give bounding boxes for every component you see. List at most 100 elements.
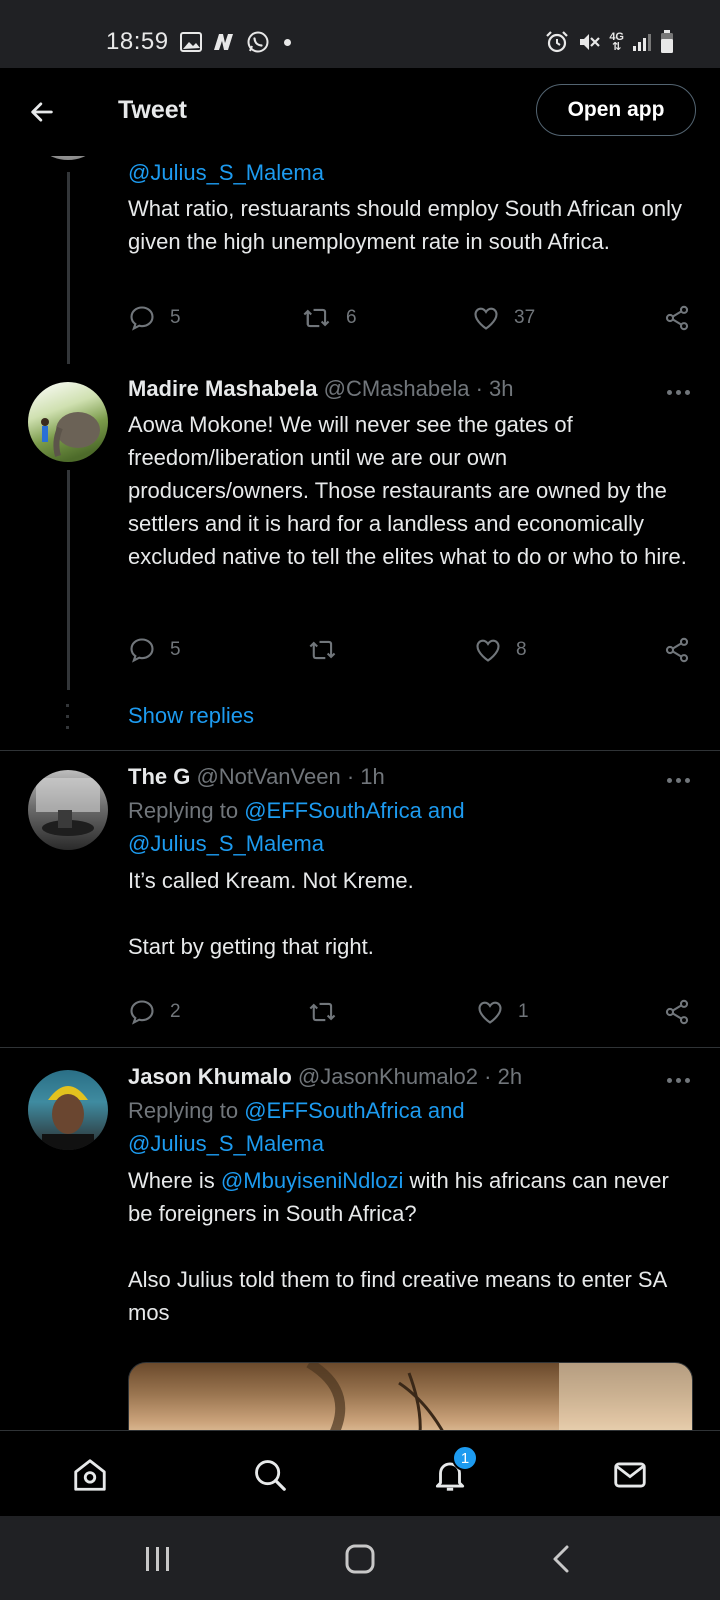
tweet-text: Start by getting that right. [128, 934, 374, 959]
thread-line [67, 172, 70, 364]
author-meta: @CMashabela · 3h [317, 376, 514, 401]
back-system-button[interactable] [542, 1542, 582, 1576]
nav-search[interactable] [248, 1453, 292, 1497]
like-button[interactable]: 1 [476, 998, 529, 1026]
top-bar: Tweet Open app [0, 68, 720, 156]
replying-mention[interactable]: @EFFSouthAfrica and [244, 798, 464, 823]
share-icon [665, 305, 689, 331]
elephant-photo [41, 412, 100, 457]
home-system-button[interactable] [340, 1542, 380, 1576]
share-button[interactable] [663, 304, 691, 332]
avatar[interactable] [28, 382, 108, 462]
thread-continuation-dots [66, 704, 69, 729]
retweet-button[interactable]: 6 [302, 304, 357, 332]
like-count: 37 [514, 307, 536, 328]
mail-icon [614, 1462, 646, 1488]
share-icon [665, 637, 689, 663]
divider [0, 750, 720, 751]
avatar[interactable] [28, 1070, 108, 1150]
tweet-header: Madire Mashabela @CMashabela · 3h [128, 376, 514, 402]
more-options-button[interactable] [667, 778, 690, 783]
retweet-button[interactable] [308, 636, 338, 664]
notification-icons [180, 30, 291, 54]
like-button[interactable]: 37 [472, 304, 535, 332]
tweet-text: Also Julius told them to find creative m… [128, 1267, 667, 1325]
retweet-icon [303, 308, 330, 328]
like-count: 1 [518, 1001, 529, 1022]
like-count: 8 [516, 639, 527, 660]
chevron-left-icon [553, 1545, 569, 1573]
tweet-actions: 5 6 37 [128, 304, 693, 338]
open-app-button[interactable]: Open app [536, 84, 696, 136]
bw-photo [36, 778, 100, 836]
tweet-mention[interactable]: @Julius_S_Malema [128, 156, 693, 189]
tweet[interactable]: Madire Mashabela @CMashabela · 3h Aowa M… [0, 376, 720, 732]
replying-mention[interactable]: @EFFSouthAfrica and [244, 1098, 464, 1123]
tweet-mention[interactable]: @MbuyiseniNdlozi [221, 1168, 404, 1193]
mute-icon [580, 34, 601, 50]
like-button[interactable]: 8 [474, 636, 527, 664]
nav-messages[interactable] [608, 1453, 652, 1497]
alarm-icon [546, 31, 569, 53]
reply-icon [130, 1000, 154, 1025]
show-replies-link[interactable]: Show replies [128, 703, 254, 729]
signal-icon [633, 34, 651, 51]
retweet-icon [309, 640, 336, 660]
tweet-text: Where is @MbuyiseniNdlozi with his afric… [128, 1168, 669, 1226]
recent-apps-icon [146, 1547, 169, 1571]
tweet-text: What ratio, restuarants should employ So… [128, 196, 682, 254]
tweet-actions: 5 8 [128, 636, 693, 670]
notification-badge: 1 [452, 1445, 478, 1471]
system-navigation-bar [0, 1516, 720, 1600]
author-name[interactable]: Madire Mashabela [128, 376, 318, 401]
tweet-header: Jason Khumalo @JasonKhumalo2 · 2h [128, 1064, 522, 1090]
back-button[interactable] [22, 92, 62, 132]
replying-to: Replying to @EFFSouthAfrica and @Julius_… [128, 1098, 465, 1156]
reply-icon [130, 638, 154, 663]
battery-icon [661, 30, 673, 53]
author-name[interactable]: The G [128, 764, 190, 789]
tweet[interactable]: The G @NotVanVeen · 1h Replying to @EFFS… [0, 764, 720, 1040]
reply-count: 2 [170, 1001, 181, 1022]
search-icon [255, 1460, 286, 1491]
reply-button[interactable]: 5 [128, 636, 181, 664]
share-icon [665, 999, 689, 1025]
arrow-left-icon [31, 102, 53, 122]
more-options-button[interactable] [667, 390, 690, 395]
author-name[interactable]: Jason Khumalo [128, 1064, 292, 1089]
divider [0, 1047, 720, 1048]
heart-icon [476, 639, 500, 662]
news-icon [214, 34, 233, 50]
network-type-label: 4G ⇅ [609, 31, 624, 53]
recent-apps-button[interactable] [138, 1542, 178, 1576]
more-options-button[interactable] [667, 1078, 690, 1083]
replying-mention[interactable]: @Julius_S_Malema [128, 1131, 324, 1156]
tweet-actions: 2 1 [128, 998, 693, 1032]
bottom-nav: 1 [0, 1430, 720, 1516]
reply-button[interactable]: 2 [128, 998, 181, 1026]
heart-icon [474, 307, 498, 330]
author-meta: @JasonKhumalo2 · 2h [291, 1064, 523, 1089]
share-button[interactable] [663, 636, 691, 664]
avatar[interactable] [28, 770, 108, 850]
home-square-icon [345, 1544, 375, 1574]
home-icon [74, 1459, 106, 1491]
retweet-count: 6 [346, 307, 357, 328]
retweet-button[interactable] [308, 998, 338, 1026]
tweet-text: Aowa Mokone! We will never see the gates… [128, 412, 687, 569]
gallery-icon [180, 32, 202, 52]
status-bar: 18:59 4G ⇅ [0, 0, 720, 68]
reply-count: 5 [170, 639, 181, 660]
heart-icon [478, 1001, 502, 1024]
nav-home[interactable] [68, 1453, 112, 1497]
replying-mention[interactable]: @Julius_S_Malema [128, 831, 324, 856]
share-button[interactable] [663, 998, 691, 1026]
retweet-icon [309, 1002, 336, 1022]
author-meta: @NotVanVeen · 1h [190, 764, 385, 789]
tweet-header: The G @NotVanVeen · 1h [128, 764, 385, 790]
more-notifications-dot [284, 38, 291, 46]
replying-to: Replying to @EFFSouthAfrica and @Julius_… [128, 798, 465, 856]
reply-button[interactable]: 5 [128, 304, 181, 332]
page-title: Tweet [118, 96, 187, 124]
system-status-icons: 4G ⇅ [545, 30, 674, 54]
